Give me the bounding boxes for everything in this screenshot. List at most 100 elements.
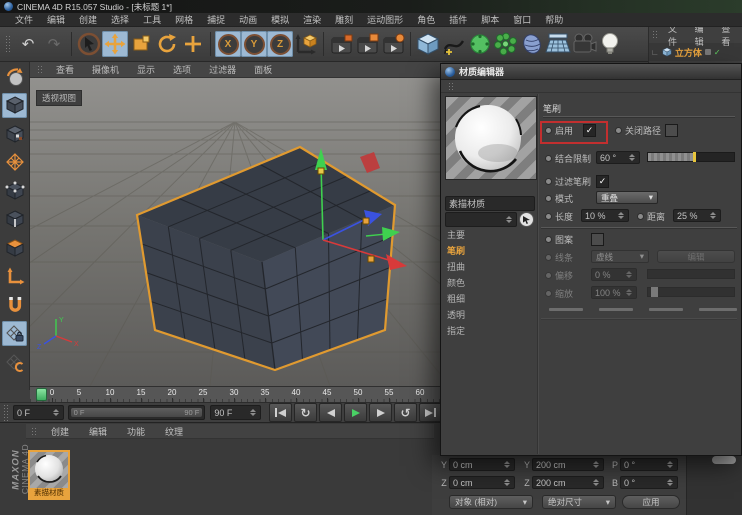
range-fill[interactable] xyxy=(71,408,203,417)
pick-material-icon[interactable] xyxy=(519,212,534,227)
goto-start-button[interactable] xyxy=(269,403,292,422)
join-limit-slider[interactable] xyxy=(647,152,735,162)
channel-color[interactable]: 颜色 xyxy=(447,276,533,289)
enabled-check-icon[interactable]: ✓ xyxy=(714,48,721,57)
panel-grip[interactable] xyxy=(448,82,455,90)
animation-dot[interactable] xyxy=(545,178,552,185)
playhead[interactable] xyxy=(36,388,47,401)
title-bar[interactable]: CINEMA 4D R15.057 Studio - [未标题 1*] xyxy=(0,0,742,13)
material-preview[interactable] xyxy=(445,96,537,180)
snap-button[interactable] xyxy=(2,293,27,318)
filter-strokes-checkbox[interactable]: ✓ xyxy=(596,175,609,188)
coordinate-system-button[interactable] xyxy=(293,31,319,57)
animation-dot[interactable] xyxy=(545,213,552,220)
play-button[interactable] xyxy=(344,403,367,422)
menubar-item[interactable]: 工具 xyxy=(136,13,168,26)
menubar-item[interactable]: 网格 xyxy=(168,13,200,26)
pos-z-field[interactable]: 0 cm xyxy=(449,476,515,489)
animation-dot[interactable] xyxy=(615,127,622,134)
add-camera-button[interactable] xyxy=(571,31,597,57)
current-frame-field[interactable]: 0 F xyxy=(13,405,64,420)
lock-workplane-button[interactable] xyxy=(2,321,27,346)
panel-grip[interactable] xyxy=(31,427,38,436)
panel-grip[interactable] xyxy=(3,404,10,422)
value-spinner[interactable] xyxy=(617,210,625,222)
lock-x-axis-button[interactable]: X xyxy=(215,31,241,57)
goto-end-button[interactable] xyxy=(419,403,442,422)
frame-spinner[interactable] xyxy=(249,407,257,419)
add-generator-button[interactable] xyxy=(493,31,519,57)
workplane-mode-button[interactable] xyxy=(2,150,27,175)
add-deformer-button[interactable] xyxy=(519,31,545,57)
size-y-field[interactable]: 200 cm xyxy=(532,458,604,471)
add-cube-button[interactable] xyxy=(415,31,441,57)
menubar-item[interactable]: 角色 xyxy=(410,13,442,26)
menubar-item[interactable]: 编辑 xyxy=(40,13,72,26)
scale-tool-button[interactable] xyxy=(128,31,154,57)
pattern-checkbox[interactable] xyxy=(591,233,604,246)
last-tool-button[interactable] xyxy=(180,31,206,57)
frame-spinner[interactable] xyxy=(52,407,60,419)
channel-assign[interactable]: 指定 xyxy=(447,324,533,337)
render-settings-button[interactable] xyxy=(380,31,406,57)
vp-menu-item[interactable]: 查看 xyxy=(47,63,83,76)
vp-menu-item[interactable]: 过滤器 xyxy=(200,63,245,76)
add-spline-button[interactable] xyxy=(441,31,467,57)
om-menu-item[interactable]: 查看 xyxy=(715,27,742,48)
menubar-item[interactable]: 窗口 xyxy=(506,13,538,26)
material-name-label[interactable]: 素描材质 xyxy=(30,488,68,498)
render-region-button[interactable] xyxy=(354,31,380,57)
make-editable-button[interactable] xyxy=(2,64,27,89)
object-mode-dropdown[interactable]: 对象 (相对) ▾ xyxy=(449,495,533,509)
menubar-item[interactable]: 渲染 xyxy=(296,13,328,26)
channel-thickness[interactable]: 粗细 xyxy=(447,292,533,305)
apply-button[interactable]: 应用 xyxy=(622,495,680,509)
edges-mode-button[interactable] xyxy=(2,207,27,232)
model-mode-button[interactable] xyxy=(2,93,27,118)
end-frame-field[interactable]: 90 F xyxy=(210,405,261,420)
undo-button[interactable]: ↶ xyxy=(15,31,41,57)
object-name[interactable]: 立方体 xyxy=(675,46,702,59)
lock-z-axis-button[interactable]: Z xyxy=(267,31,293,57)
view-label[interactable]: 透视视图 xyxy=(36,90,82,106)
close-path-checkbox[interactable] xyxy=(665,124,678,137)
value-spinner[interactable] xyxy=(592,477,600,489)
mode-dropdown[interactable]: 重叠 ▾ xyxy=(596,191,658,204)
axis-mode-button[interactable] xyxy=(2,264,27,289)
channel-distort[interactable]: 扭曲 xyxy=(447,260,533,273)
live-selection-button[interactable] xyxy=(76,31,102,57)
length-field[interactable]: 10 % xyxy=(581,209,629,222)
menubar-item[interactable]: 帮助 xyxy=(538,13,570,26)
dialog-title-bar[interactable]: 材质编辑器 xyxy=(441,64,741,80)
panel-grip[interactable] xyxy=(652,30,659,40)
menubar-item[interactable]: 选择 xyxy=(104,13,136,26)
texture-mode-button[interactable] xyxy=(2,121,27,146)
toolbar-grip[interactable] xyxy=(5,35,12,53)
vp-menu-item[interactable]: 摄像机 xyxy=(83,63,128,76)
menubar-item[interactable]: 文件 xyxy=(8,13,40,26)
menubar-item[interactable]: 运动图形 xyxy=(360,13,410,26)
value-spinner[interactable] xyxy=(505,214,513,226)
channel-opacity[interactable]: 透明 xyxy=(447,308,533,321)
distance-field[interactable]: 25 % xyxy=(673,209,721,222)
rotate-tool-button[interactable] xyxy=(154,31,180,57)
value-spinner[interactable] xyxy=(666,477,674,489)
add-floor-button[interactable] xyxy=(545,31,571,57)
channel-strokes[interactable]: 笔刷 xyxy=(447,244,533,257)
mat-menu-item[interactable]: 功能 xyxy=(117,425,155,438)
join-limit-field[interactable]: 60 ° xyxy=(596,151,640,164)
menubar-item[interactable]: 模拟 xyxy=(264,13,296,26)
visibility-dot-icon[interactable] xyxy=(705,49,711,55)
vp-menu-item[interactable]: 选项 xyxy=(164,63,200,76)
mat-menu-item[interactable]: 创建 xyxy=(41,425,79,438)
pos-y-field[interactable]: 0 cm xyxy=(449,458,515,471)
mat-menu-item[interactable]: 纹理 xyxy=(155,425,193,438)
add-subdivision-surface-button[interactable] xyxy=(467,31,493,57)
material-thumbnail[interactable]: 素描材质 xyxy=(28,450,70,500)
value-spinner[interactable] xyxy=(709,210,717,222)
preview-size-dropdown[interactable] xyxy=(445,212,517,227)
animation-dot[interactable] xyxy=(545,195,552,202)
next-key-button[interactable] xyxy=(369,403,392,422)
value-spinner[interactable] xyxy=(503,477,511,489)
render-view-button[interactable] xyxy=(328,31,354,57)
